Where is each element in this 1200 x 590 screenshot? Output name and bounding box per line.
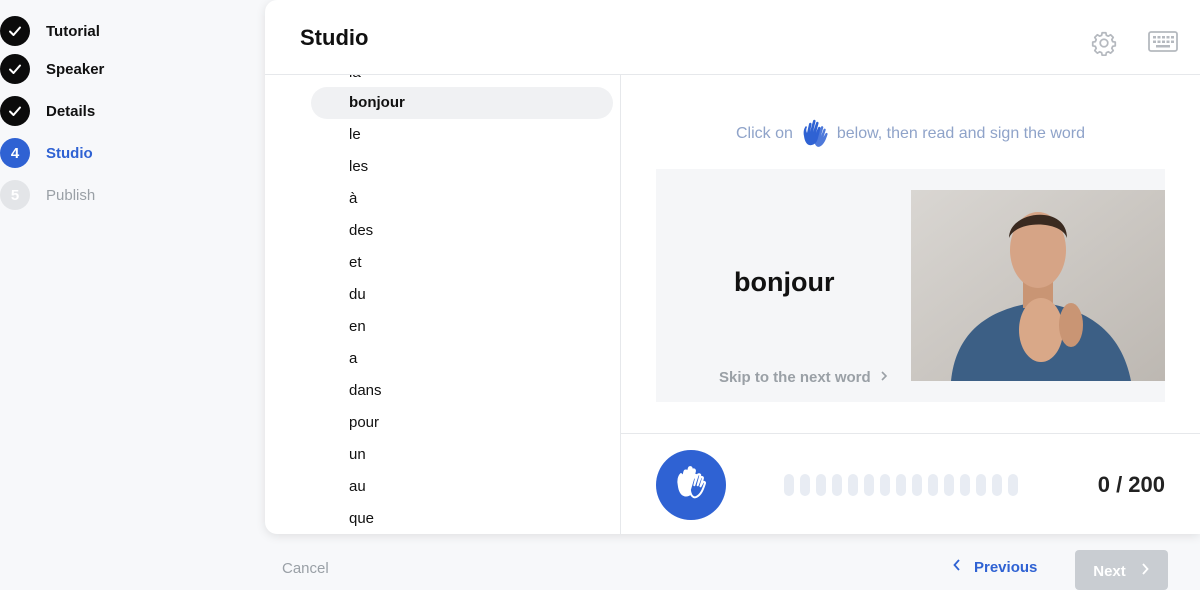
list-item[interactable]: a <box>349 349 357 369</box>
step-tutorial[interactable]: Tutorial <box>0 14 100 48</box>
keyboard-icon[interactable] <box>1148 30 1178 54</box>
chevron-left-icon <box>952 558 962 576</box>
progress-indicator <box>784 474 1018 496</box>
recording-panel: Click on below, then read and sign the w… <box>621 75 1200 534</box>
checkmark-icon <box>0 16 30 46</box>
progress-segment <box>816 474 826 496</box>
instruction-before: Click on <box>735 125 793 142</box>
progress-segment <box>960 474 970 496</box>
progress-segment <box>896 474 906 496</box>
list-item[interactable]: le <box>349 125 361 145</box>
list-item[interactable]: que <box>349 509 374 529</box>
step-publish[interactable]: 5 Publish <box>0 174 95 216</box>
cancel-button[interactable]: Cancel <box>282 560 329 577</box>
chevron-right-icon <box>1140 562 1150 580</box>
skip-label: Skip to the next word <box>719 369 871 386</box>
progress-segment <box>832 474 842 496</box>
step-speaker[interactable]: Speaker <box>0 48 104 90</box>
sign-hands-icon <box>671 463 711 508</box>
progress-segment <box>912 474 922 496</box>
page-title: Studio <box>300 25 369 50</box>
sign-hands-icon <box>797 116 833 152</box>
progress-segment <box>976 474 986 496</box>
progress-segment <box>1008 474 1018 496</box>
instruction-after: below, then read and sign the word <box>836 125 1086 142</box>
list-item-selected[interactable]: bonjour <box>349 93 405 113</box>
previous-label: Previous <box>974 558 1038 576</box>
progress-segment <box>864 474 874 496</box>
step-number: 5 <box>0 180 30 210</box>
progress-segment <box>800 474 810 496</box>
chevron-right-icon <box>879 369 889 386</box>
step-number: 4 <box>0 138 30 168</box>
stepper: Tutorial Speaker Details 4 Studio 5 Publ… <box>0 14 104 216</box>
list-item[interactable]: à <box>349 189 357 209</box>
step-label: Speaker <box>46 60 105 78</box>
list-item[interactable]: au <box>349 477 366 497</box>
recording-counter: 0 / 200 <box>1097 472 1165 497</box>
next-button[interactable]: Next <box>1075 550 1168 590</box>
list-item[interactable]: et <box>349 253 362 273</box>
step-studio[interactable]: 4 Studio <box>0 132 93 174</box>
progress-segment <box>848 474 858 496</box>
step-label: Publish <box>46 186 96 204</box>
checkmark-icon <box>0 96 30 126</box>
card-header: Studio <box>265 0 1200 75</box>
studio-card: Studio la bonjour le les à des <box>265 0 1200 534</box>
progress-segment <box>992 474 1002 496</box>
step-details[interactable]: Details <box>0 90 95 132</box>
previous-button[interactable]: Previous <box>952 558 1037 576</box>
progress-segment <box>928 474 938 496</box>
instruction-text: Click on below, then read and sign the w… <box>621 116 1200 152</box>
step-label: Details <box>46 102 96 120</box>
record-button[interactable] <box>656 450 726 520</box>
prompt-card: bonjour Skip to the next word <box>656 169 1165 402</box>
progress-segment <box>944 474 954 496</box>
gear-icon[interactable] <box>1091 30 1117 57</box>
progress-segment <box>784 474 794 496</box>
list-item[interactable]: la <box>349 75 361 83</box>
list-item[interactable]: les <box>349 157 368 177</box>
recording-controls: 0 / 200 <box>621 433 1200 534</box>
list-item[interactable]: pour <box>349 413 379 433</box>
list-item[interactable]: dans <box>349 381 382 401</box>
skip-word-link[interactable]: Skip to the next word <box>719 369 889 386</box>
current-word: bonjour <box>734 267 835 297</box>
list-item[interactable]: du <box>349 285 366 305</box>
webcam-preview <box>911 190 1165 381</box>
step-label: Studio <box>46 144 93 162</box>
next-label: Next <box>1093 562 1126 580</box>
list-item[interactable]: des <box>349 221 373 241</box>
progress-segment <box>880 474 890 496</box>
word-list[interactable]: la bonjour le les à des et du en a dans … <box>265 75 621 534</box>
step-label: Tutorial <box>46 22 100 40</box>
list-item[interactable]: en <box>349 317 366 337</box>
list-item[interactable]: un <box>349 445 366 465</box>
checkmark-icon <box>0 54 30 84</box>
